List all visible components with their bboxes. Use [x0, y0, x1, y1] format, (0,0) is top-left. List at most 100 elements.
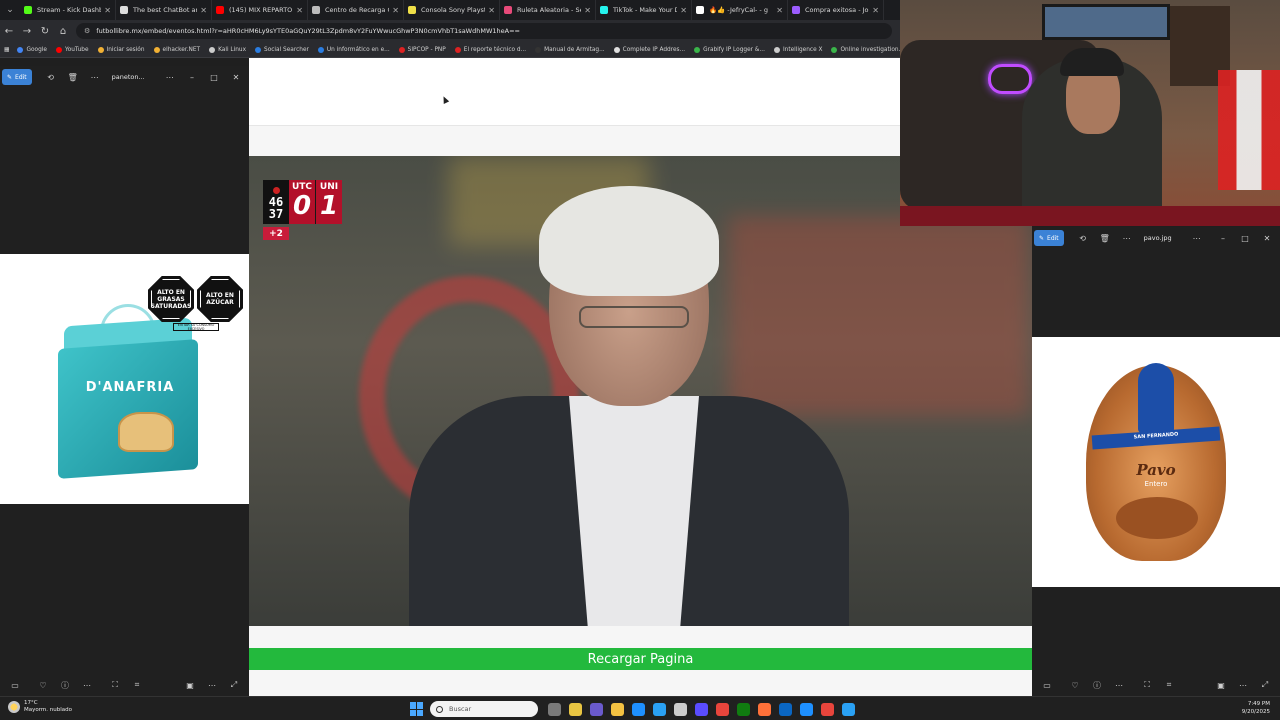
bookmark-item[interactable]: Google: [17, 46, 47, 53]
browser-tab[interactable]: Centro de Recarga Ga✕: [308, 0, 404, 20]
fullscreen-icon[interactable]: ⤢: [1254, 677, 1276, 693]
taskbar-app-icon[interactable]: [695, 702, 708, 716]
minimize-icon[interactable]: –: [1212, 230, 1234, 246]
bookmark-item[interactable]: YouTube: [55, 46, 89, 53]
taskbar-app-icon[interactable]: [548, 702, 561, 716]
crop-icon[interactable]: ⌗: [126, 677, 148, 693]
delete-icon[interactable]: 🗑: [62, 69, 84, 85]
bookmark-item[interactable]: Un informático en e...: [317, 46, 390, 53]
fullscreen-icon[interactable]: ⤢: [223, 677, 245, 693]
bookmark-list: Google YouTube Iniciar sesión elhacker.NET K…: [17, 46, 900, 53]
close-icon[interactable]: ✕: [1256, 230, 1278, 246]
more-icon[interactable]: ⋯: [1116, 230, 1138, 246]
maximize-icon[interactable]: □: [1234, 230, 1256, 246]
more-icon[interactable]: ⋯: [1232, 677, 1254, 693]
tab-close-icon[interactable]: ✕: [680, 6, 687, 15]
search-placeholder: Buscar: [449, 705, 472, 713]
bookmark-item[interactable]: Online investigation...: [831, 46, 900, 53]
crop-icon[interactable]: ⌗: [1158, 677, 1180, 693]
more-options-icon[interactable]: ⋯: [1186, 230, 1208, 246]
taskbar-app-icon[interactable]: [737, 702, 750, 716]
reload-page-button[interactable]: Recargar Pagina: [249, 648, 1032, 670]
tab-close-icon[interactable]: ✕: [872, 6, 879, 15]
tab-favicon-icon: [24, 6, 32, 14]
tab-close-icon[interactable]: ✕: [776, 6, 783, 15]
bookmark-label: Google: [26, 46, 47, 53]
bookmark-item[interactable]: Kali Linux: [209, 46, 246, 53]
taskbar-app-icon[interactable]: [779, 702, 792, 716]
address-bar[interactable]: ⚙ futbollibre.mx/embed/eventos.html?r=aH…: [76, 23, 892, 39]
bookmark-item[interactable]: Complete IP Addres...: [613, 46, 685, 53]
tab-close-icon[interactable]: ✕: [488, 6, 495, 15]
fit-icon[interactable]: ⛶: [1136, 677, 1158, 693]
more-icon[interactable]: ⋯: [201, 677, 223, 693]
tab-close-icon[interactable]: ✕: [200, 6, 207, 15]
forward-icon[interactable]: →: [18, 20, 36, 42]
slideshow-icon[interactable]: ▣: [1210, 677, 1232, 693]
taskbar-app-icon[interactable]: [716, 702, 729, 716]
pinned-apps: [544, 702, 859, 716]
browser-tab[interactable]: Ruleta Aleatoria - Sele✕: [500, 0, 596, 20]
tab-close-icon[interactable]: ✕: [584, 6, 591, 15]
browser-tab[interactable]: 🔥👍 -JefryCal- - g ✕: [692, 0, 788, 20]
taskbar-app-icon[interactable]: [632, 702, 645, 716]
maximize-icon[interactable]: □: [203, 69, 225, 85]
bookmark-item[interactable]: Social Searcher: [255, 46, 309, 53]
bookmark-item[interactable]: SIPCOP - PNP: [398, 46, 446, 53]
filmstrip-icon[interactable]: ▭: [4, 677, 26, 693]
bookmark-item[interactable]: Grabify IP Logger &...: [694, 46, 765, 53]
taskbar-app-icon[interactable]: [674, 702, 687, 716]
favorite-icon[interactable]: ♡: [32, 677, 54, 693]
bookmark-item[interactable]: Iniciar sesión: [97, 46, 145, 53]
back-icon[interactable]: ←: [0, 20, 18, 42]
weather-widget[interactable]: 17°C Mayorm. nublado: [8, 700, 72, 714]
tab-close-icon[interactable]: ✕: [296, 6, 303, 15]
edit-button[interactable]: ✎ Edit: [2, 69, 32, 85]
bookmark-item[interactable]: El reporte técnico d...: [454, 46, 526, 53]
filmstrip-icon[interactable]: ▭: [1036, 677, 1058, 693]
slideshow-icon[interactable]: ▣: [179, 677, 201, 693]
bookmark-item[interactable]: Intelligence X: [773, 46, 822, 53]
more-icon[interactable]: ⋯: [76, 677, 98, 693]
favorite-icon[interactable]: ♡: [1064, 677, 1086, 693]
taskbar-app-icon[interactable]: [842, 702, 855, 716]
home-icon[interactable]: ⌂: [54, 20, 72, 42]
edit-button[interactable]: ✎ Edit: [1034, 230, 1064, 246]
taskbar-app-icon[interactable]: [590, 702, 603, 716]
tab-close-icon[interactable]: ✕: [104, 6, 111, 15]
more-icon[interactable]: ⋯: [84, 69, 106, 85]
delete-icon[interactable]: 🗑: [1094, 230, 1116, 246]
browser-tab[interactable]: Consola Sony Playstati✕: [404, 0, 500, 20]
browser-tab[interactable]: The best ChatBot and ✕: [116, 0, 212, 20]
reload-icon[interactable]: ↻: [36, 20, 54, 42]
tab-search-icon[interactable]: ⌄: [0, 0, 20, 20]
taskbar-app-icon[interactable]: [653, 702, 666, 716]
taskbar-app-icon[interactable]: [569, 702, 582, 716]
taskbar-app-icon[interactable]: [800, 702, 813, 716]
tab-close-icon[interactable]: ✕: [392, 6, 399, 15]
bookmark-item[interactable]: Manual de Armitag...: [535, 46, 605, 53]
minimize-icon[interactable]: –: [181, 69, 203, 85]
taskbar-search[interactable]: Buscar: [430, 701, 538, 717]
fit-icon[interactable]: ⛶: [104, 677, 126, 693]
close-icon[interactable]: ✕: [225, 69, 247, 85]
taskbar-app-icon[interactable]: [821, 702, 834, 716]
rotate-icon[interactable]: ⟲: [1072, 230, 1094, 246]
system-clock[interactable]: 7:49 PM 9/20/2025: [1242, 700, 1270, 716]
more-options-icon[interactable]: ⋯: [159, 69, 181, 85]
site-info-icon[interactable]: ⚙: [84, 27, 90, 35]
bookmark-item[interactable]: elhacker.NET: [153, 46, 200, 53]
info-icon[interactable]: ⓘ: [1086, 677, 1108, 693]
browser-tab[interactable]: (145) MIX REPARTO 20✕: [212, 0, 308, 20]
rotate-icon[interactable]: ⟲: [40, 69, 62, 85]
more-icon[interactable]: ⋯: [1108, 677, 1130, 693]
video-player[interactable]: 46 37 UTC 0 UNI 1 +2: [249, 156, 1032, 626]
apps-icon[interactable]: ▦: [4, 47, 9, 53]
taskbar-app-icon[interactable]: [758, 702, 771, 716]
browser-tab[interactable]: Compra exitosa - Jorg ✕: [788, 0, 884, 20]
windows-start-icon[interactable]: [410, 702, 424, 716]
taskbar-app-icon[interactable]: [611, 702, 624, 716]
browser-tab[interactable]: Stream - Kick Dashboard✕: [20, 0, 116, 20]
browser-tab[interactable]: TikTok - Make Your Da ✕: [596, 0, 692, 20]
info-icon[interactable]: ⓘ: [54, 677, 76, 693]
